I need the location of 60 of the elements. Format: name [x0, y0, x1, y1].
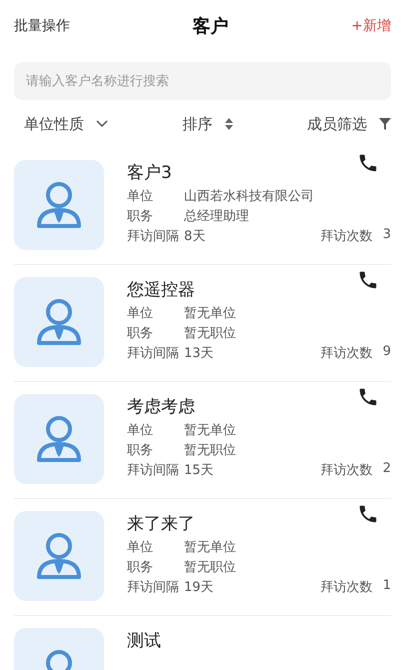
- search-field[interactable]: 请输入客户名称进行搜索: [14, 62, 391, 100]
- field-value: 8天: [184, 228, 206, 245]
- field-value: 暂无职位: [184, 559, 236, 576]
- person-icon: [35, 414, 83, 464]
- field-label: 职务: [127, 559, 154, 576]
- field-value: 总经理助理: [184, 208, 249, 225]
- phone-icon[interactable]: [357, 386, 379, 408]
- field-label: 拜访间隔: [127, 462, 180, 479]
- batch-operation-link[interactable]: 批量操作: [14, 17, 70, 35]
- add-new-link[interactable]: +新增: [351, 17, 391, 35]
- field-value: 暂无职位: [184, 325, 236, 342]
- customer-name: 您遥控器: [127, 279, 195, 302]
- field-value: 2: [382, 461, 391, 478]
- filter-button[interactable]: 排序: [182, 114, 232, 134]
- field-label: 拜访次数: [320, 462, 373, 479]
- phone-icon[interactable]: [357, 152, 379, 174]
- field-label: 单位: [127, 539, 154, 556]
- field-value: 3: [382, 227, 391, 244]
- field-label: 单位: [127, 188, 154, 205]
- filter-button[interactable]: 单位性质: [24, 114, 108, 134]
- field-value: 15天: [184, 462, 214, 479]
- phone-icon[interactable]: [357, 503, 379, 525]
- field-value: 山西若水科技有限公司: [184, 188, 314, 205]
- field-label: 拜访次数: [320, 579, 373, 596]
- field-label: 拜访次数: [320, 228, 373, 245]
- person-icon: [35, 531, 83, 581]
- field-value: 暂无职位: [184, 442, 236, 459]
- field-label: 单位: [127, 305, 154, 322]
- customer-card[interactable]: 来了来了 单位 暂无单位 职务 暂无职位 拜访间隔 19天 拜访次数 1: [14, 499, 391, 616]
- field-value: 19天: [184, 579, 214, 596]
- field-value: 9: [382, 344, 391, 361]
- field-label: 拜访间隔: [127, 579, 180, 596]
- person-icon: [35, 180, 83, 230]
- phone-icon[interactable]: [357, 269, 379, 291]
- field-label: 拜访间隔: [127, 345, 180, 362]
- field-label: 职务: [127, 325, 154, 342]
- field-value: 13天: [184, 345, 214, 362]
- field-value: 暂无单位: [184, 305, 236, 322]
- field-value: 暂无单位: [184, 539, 236, 556]
- field-value: 暂无单位: [184, 422, 236, 439]
- filter-button[interactable]: 成员筛选: [307, 114, 391, 134]
- field-label: 职务: [127, 208, 154, 225]
- customer-name: 考虑考虑: [127, 396, 195, 419]
- customer-card[interactable]: 测试: [14, 616, 391, 670]
- filter-icon: [379, 118, 391, 130]
- field-label: 拜访间隔: [127, 228, 180, 245]
- customer-card[interactable]: 您遥控器 单位 暂无单位 职务 暂无职位 拜访间隔 13天 拜访次数 9: [14, 265, 391, 382]
- sort-icon: [224, 118, 232, 130]
- field-label: 拜访次数: [320, 345, 373, 362]
- person-icon: [35, 297, 83, 347]
- field-label: 单位: [127, 422, 154, 439]
- customer-card[interactable]: 考虑考虑 单位 暂无单位 职务 暂无职位 拜访间隔 15天 拜访次数 2: [14, 382, 391, 499]
- field-label: 职务: [127, 442, 154, 459]
- customer-card[interactable]: 客户3 单位 山西若水科技有限公司 职务 总经理助理 拜访间隔 8天 拜访次数 3: [14, 148, 391, 265]
- field-value: 1: [382, 578, 391, 595]
- customer-name: 来了来了: [127, 513, 195, 536]
- chevron-down-icon: [96, 120, 108, 128]
- customer-name: 客户3: [127, 162, 172, 185]
- page-title: 客户: [192, 15, 229, 38]
- customer-name: 测试: [127, 630, 161, 653]
